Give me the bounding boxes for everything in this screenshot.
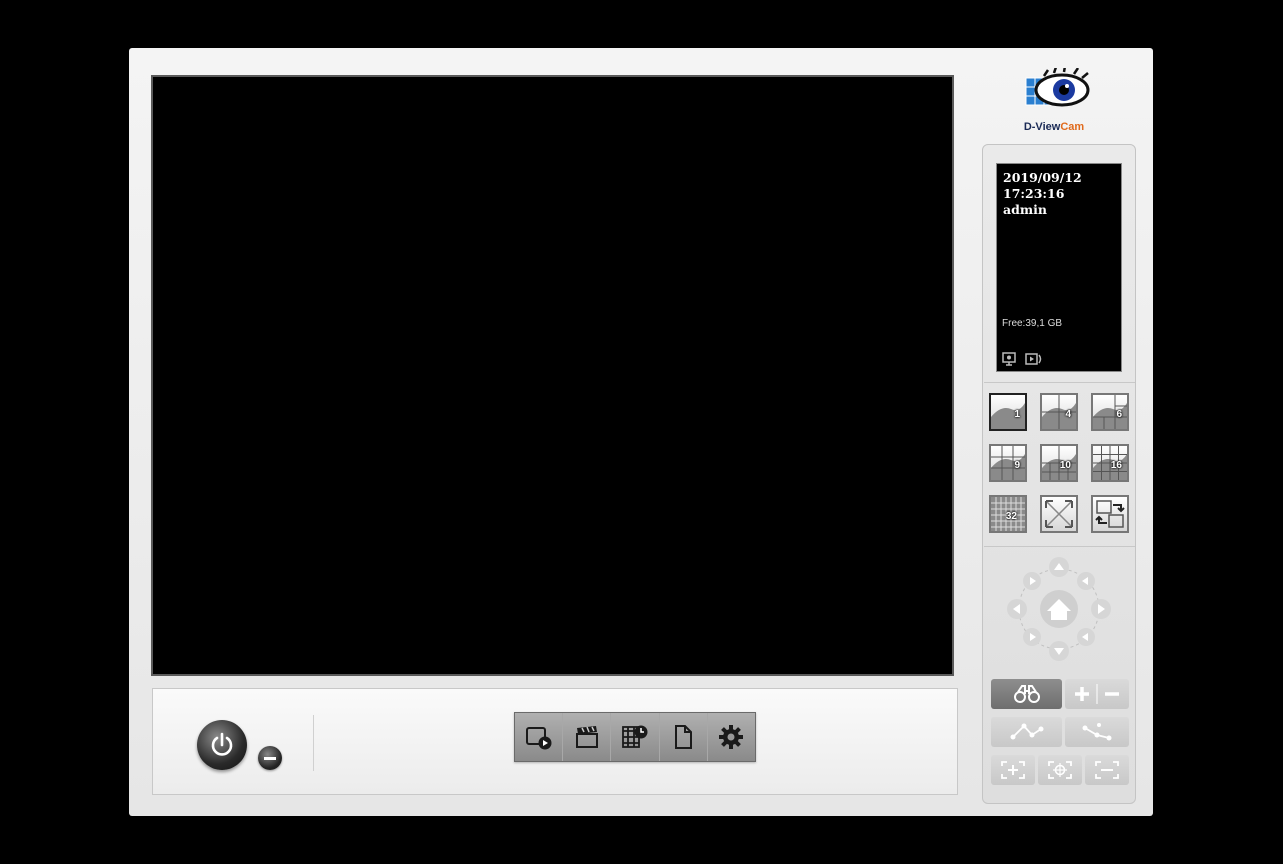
iris-close-button[interactable] xyxy=(1085,755,1129,785)
fullscreen-icon xyxy=(1045,500,1073,528)
iris-open-button[interactable] xyxy=(991,755,1035,785)
record-button[interactable] xyxy=(563,713,612,761)
layout-9-button[interactable]: 9 xyxy=(989,444,1027,482)
up-left-arrow[interactable] xyxy=(1023,572,1041,590)
swap-icon xyxy=(1095,500,1125,528)
separator xyxy=(984,382,1135,383)
power-button[interactable] xyxy=(197,720,247,770)
schedule-icon xyxy=(622,725,648,748)
down-right-arrow[interactable] xyxy=(1077,628,1095,646)
layout-6-button[interactable]: 6 xyxy=(1091,393,1129,431)
auto-focus-icon xyxy=(1048,761,1072,779)
ptz-control xyxy=(1007,557,1111,661)
app-window: D-ViewCam 2019/09/12 17:23:16 admin Free… xyxy=(129,48,1153,816)
gear-icon xyxy=(719,725,744,749)
log-button[interactable] xyxy=(659,713,708,761)
power-icon xyxy=(211,732,233,756)
main-toolbar xyxy=(514,712,756,762)
zoom-in-icon[interactable] xyxy=(1075,687,1089,701)
free-space-text: Free:39,1 GB xyxy=(1002,318,1063,329)
binoculars-icon xyxy=(1013,685,1040,703)
iris-close-icon xyxy=(1095,761,1119,779)
video-view[interactable] xyxy=(151,75,954,676)
fullscreen-button[interactable] xyxy=(1040,495,1078,533)
iris-open-icon xyxy=(1001,761,1025,779)
settings-button[interactable] xyxy=(707,713,756,761)
side-panel: 2019/09/12 17:23:16 admin Free:39,1 GB 1 xyxy=(982,144,1136,804)
focus-far-icon xyxy=(1082,723,1112,741)
info-display: 2019/09/12 17:23:16 admin Free:39,1 GB xyxy=(996,163,1122,372)
zoom-icons xyxy=(1075,684,1119,704)
focus-near-icon xyxy=(1010,723,1043,740)
right-arrow[interactable] xyxy=(1091,599,1111,619)
dviewcam-logo: D-ViewCam xyxy=(1004,65,1104,138)
layout-32-button[interactable]: 32 xyxy=(989,495,1027,533)
home-icon[interactable] xyxy=(1040,590,1078,628)
time-text: 17:23:16 xyxy=(1003,186,1065,201)
down-arrow[interactable] xyxy=(1049,641,1069,661)
left-arrow[interactable] xyxy=(1007,599,1027,619)
swap-button[interactable] xyxy=(1091,495,1129,533)
layout-4-button[interactable]: 4 xyxy=(1040,393,1078,431)
divider xyxy=(313,715,314,771)
separator xyxy=(984,546,1135,547)
binoculars-button[interactable] xyxy=(991,679,1062,709)
up-right-arrow[interactable] xyxy=(1077,572,1095,590)
up-arrow[interactable] xyxy=(1049,557,1069,577)
clapperboard-icon xyxy=(575,726,598,748)
document-icon xyxy=(675,725,693,749)
monitor-icon[interactable] xyxy=(1001,352,1017,366)
down-left-arrow[interactable] xyxy=(1023,628,1041,646)
playback-icon[interactable] xyxy=(1025,352,1043,366)
zoom-control xyxy=(1065,679,1129,709)
minimize-button[interactable] xyxy=(258,746,282,770)
eye-logo-icon xyxy=(1025,65,1090,107)
layout-16-button[interactable]: 16 xyxy=(1091,444,1129,482)
auto-focus-button[interactable] xyxy=(1038,755,1082,785)
bottom-bar xyxy=(152,688,958,795)
schedule-button[interactable] xyxy=(611,713,660,761)
layout-1-button[interactable]: 1 xyxy=(989,393,1027,431)
date-text: 2019/09/12 xyxy=(1003,170,1082,185)
playback-icon xyxy=(525,727,552,750)
focus-far-button[interactable] xyxy=(1065,717,1129,747)
user-text: admin xyxy=(1003,202,1047,217)
layout-10-button[interactable]: 10 xyxy=(1040,444,1078,482)
playback-button[interactable] xyxy=(515,713,564,761)
logo-text: D-ViewCam xyxy=(1023,121,1085,133)
focus-near-button[interactable] xyxy=(991,717,1062,747)
